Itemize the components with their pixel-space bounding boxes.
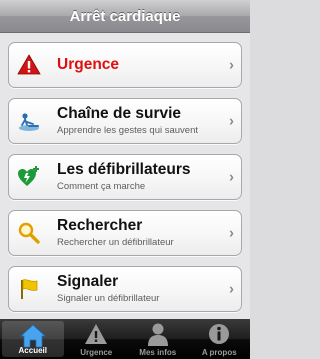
home-icon <box>19 324 46 348</box>
tab-bar: Accueil Urgence Mes infos A propos <box>0 319 250 359</box>
info-icon <box>209 324 230 344</box>
warning-icon <box>85 324 108 344</box>
tab-mes-infos[interactable]: Mes infos <box>127 319 189 359</box>
chevron-right-icon: › <box>229 280 234 298</box>
menu-list: Urgence › Chaîne de survie Apprendre les… <box>0 33 250 319</box>
tab-urgence[interactable]: Urgence <box>66 319 128 359</box>
tab-label: Mes infos <box>139 348 177 357</box>
menu-item-title: Rechercher <box>57 217 143 234</box>
menu-item-defibrillateurs[interactable]: Les défibrillateurs Comment ça marche › <box>8 154 242 200</box>
menu-item-subtitle: Signaler un défibrillateur <box>57 293 160 304</box>
tab-label: Urgence <box>80 348 113 357</box>
chevron-right-icon: › <box>229 168 234 186</box>
menu-item-subtitle: Comment ça marche <box>57 181 146 192</box>
menu-item-title: Signaler <box>57 273 119 290</box>
menu-item-subtitle: Apprendre les gestes qui sauvent <box>57 125 199 136</box>
menu-item-chaine-de-survie[interactable]: Chaîne de survie Apprendre les gestes qu… <box>8 98 242 144</box>
cpr-person-icon <box>17 109 41 133</box>
chevron-right-icon: › <box>229 224 234 242</box>
menu-item-signaler[interactable]: Signaler Signaler un défibrillateur › <box>8 266 242 312</box>
flag-icon <box>17 277 41 301</box>
tab-label: A propos <box>201 348 237 357</box>
menu-item-title: Urgence <box>57 56 120 73</box>
menu-item-rechercher[interactable]: Rechercher Rechercher un défibrillateur … <box>8 210 242 256</box>
menu-item-urgence[interactable]: Urgence › <box>8 42 242 88</box>
menu-item-title: Chaîne de survie <box>57 105 182 122</box>
chevron-right-icon: › <box>229 56 234 74</box>
warning-triangle-icon <box>17 53 41 77</box>
magnifier-icon <box>17 221 41 245</box>
menu-item-title: Les défibrillateurs <box>57 161 191 178</box>
tab-accueil[interactable]: Accueil <box>2 321 64 357</box>
tab-a-propos[interactable]: A propos <box>189 319 251 359</box>
page-title: Arrêt cardiaque <box>69 7 181 25</box>
heart-plus-icon <box>17 165 41 189</box>
person-icon <box>147 323 168 346</box>
chevron-right-icon: › <box>229 112 234 130</box>
menu-item-subtitle: Rechercher un défibrillateur <box>57 237 174 248</box>
navigation-bar: Arrêt cardiaque <box>0 0 250 33</box>
